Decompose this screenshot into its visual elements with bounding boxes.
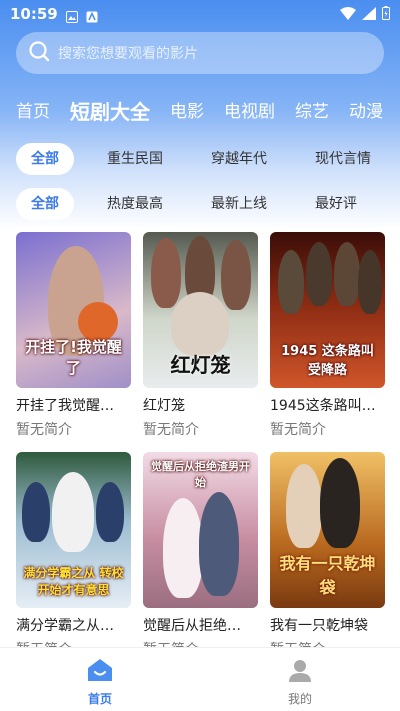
profile-icon <box>288 658 312 686</box>
poster-figure <box>52 472 94 552</box>
poster-title: 红灯笼 <box>170 353 231 377</box>
drama-title: 1945这条路叫… <box>270 398 376 414</box>
drama-poster[interactable]: 红灯笼 <box>143 232 258 388</box>
gallery-notification-icon <box>65 8 78 23</box>
poster-title: 觉醒后从拒绝渣男开始 <box>151 460 250 489</box>
sort-filter-all[interactable]: 全部 <box>16 188 74 220</box>
genre-filter-all[interactable]: 全部 <box>16 143 74 175</box>
poster-figure <box>320 458 360 548</box>
poster-title: 1945 这条路叫受降路 <box>281 344 374 378</box>
signal-icon <box>362 5 376 24</box>
drama-card[interactable]: 1945 这条路叫受降路 1945这条路叫… 暂无简介 <box>270 232 385 452</box>
tab-tv-series[interactable]: 电视剧 <box>224 98 275 126</box>
search-bar[interactable]: 搜索您想要观看的影片 <box>16 32 384 74</box>
poster-figure <box>171 292 229 356</box>
drama-title: 满分学霸之从… <box>16 618 114 634</box>
poster-figure <box>278 250 304 314</box>
drama-card[interactable]: 开挂了!我觉醒了 开挂了我觉醒… 暂无简介 <box>16 232 131 452</box>
poster-title: 满分学霸之从 转校开始才有意思 <box>23 566 124 597</box>
tab-movies[interactable]: 电影 <box>170 98 204 126</box>
genre-filter-time-travel[interactable]: 穿越年代 <box>196 143 282 175</box>
poster-figure <box>221 240 251 310</box>
drama-description: 暂无简介 <box>143 422 199 438</box>
nav-profile-label: 我的 <box>287 692 312 706</box>
wifi-icon <box>340 5 356 24</box>
home-icon <box>87 658 113 686</box>
poster-figure <box>96 482 124 542</box>
poster-figure <box>151 238 181 308</box>
drama-grid: 开挂了!我觉醒了 开挂了我觉醒… 暂无简介 红灯笼 红灯笼 暂无简介 1945 … <box>16 232 386 672</box>
genre-filter-romance[interactable]: 现代言情 <box>300 143 386 175</box>
genre-filter-row: 全部 重生民国 穿越年代 现代言情 <box>16 143 400 175</box>
drama-description: 暂无简介 <box>270 422 326 438</box>
app-notification-icon <box>86 8 98 23</box>
bottom-navigation: 首页 我的 <box>0 647 400 711</box>
drama-poster[interactable]: 觉醒后从拒绝渣男开始 <box>143 452 258 608</box>
search-placeholder: 搜索您想要观看的影片 <box>58 46 198 62</box>
poster-figure <box>163 498 203 598</box>
poster-figure <box>199 492 239 596</box>
nav-home[interactable]: 首页 <box>0 648 200 711</box>
drama-title: 我有一只乾坤袋 <box>270 618 368 634</box>
poster-title: 我有一只乾坤袋 <box>279 554 376 597</box>
poster-figure <box>22 482 50 542</box>
poster-figure <box>306 242 332 306</box>
sort-filter-hottest[interactable]: 热度最高 <box>92 188 178 220</box>
drama-card[interactable]: 满分学霸之从 转校开始才有意思 满分学霸之从… 暂无简介 <box>16 452 131 672</box>
search-icon <box>28 40 50 66</box>
tab-home[interactable]: 首页 <box>16 98 50 126</box>
battery-icon <box>382 5 390 24</box>
poster-title: 开挂了!我觉醒了 <box>25 338 122 377</box>
tab-variety[interactable]: 综艺 <box>295 98 329 126</box>
sort-filter-row: 全部 热度最高 最新上线 最好评 <box>16 188 400 220</box>
drama-description: 暂无简介 <box>16 422 72 438</box>
status-time: 10:59 <box>10 5 58 23</box>
drama-card[interactable]: 红灯笼 红灯笼 暂无简介 <box>143 232 258 452</box>
tab-anime[interactable]: 动漫 <box>349 98 383 126</box>
nav-profile[interactable]: 我的 <box>200 648 400 711</box>
drama-poster[interactable]: 1945 这条路叫受降路 <box>270 232 385 388</box>
nav-home-label: 首页 <box>87 692 112 706</box>
drama-card[interactable]: 觉醒后从拒绝渣男开始 觉醒后从拒绝… 暂无简介 <box>143 452 258 672</box>
category-tabs: 首页 短剧大全 电影 电视剧 综艺 动漫 体育 <box>0 90 400 126</box>
drama-title: 开挂了我觉醒… <box>16 398 114 414</box>
poster-figure <box>286 464 322 548</box>
tab-short-drama[interactable]: 短剧大全 <box>70 98 150 126</box>
genre-filter-republic[interactable]: 重生民国 <box>92 143 178 175</box>
drama-title: 红灯笼 <box>143 398 185 414</box>
drama-title: 觉醒后从拒绝… <box>143 618 241 634</box>
drama-card[interactable]: 我有一只乾坤袋 我有一只乾坤袋 暂无简介 <box>270 452 385 672</box>
sort-filter-top-rated[interactable]: 最好评 <box>300 188 372 220</box>
status-bar: 10:59 <box>0 0 400 28</box>
drama-poster[interactable]: 开挂了!我觉醒了 <box>16 232 131 388</box>
sort-filter-newest[interactable]: 最新上线 <box>196 188 282 220</box>
drama-poster[interactable]: 满分学霸之从 转校开始才有意思 <box>16 452 131 608</box>
drama-poster[interactable]: 我有一只乾坤袋 <box>270 452 385 608</box>
poster-figure <box>358 250 382 314</box>
poster-figure <box>334 242 360 306</box>
